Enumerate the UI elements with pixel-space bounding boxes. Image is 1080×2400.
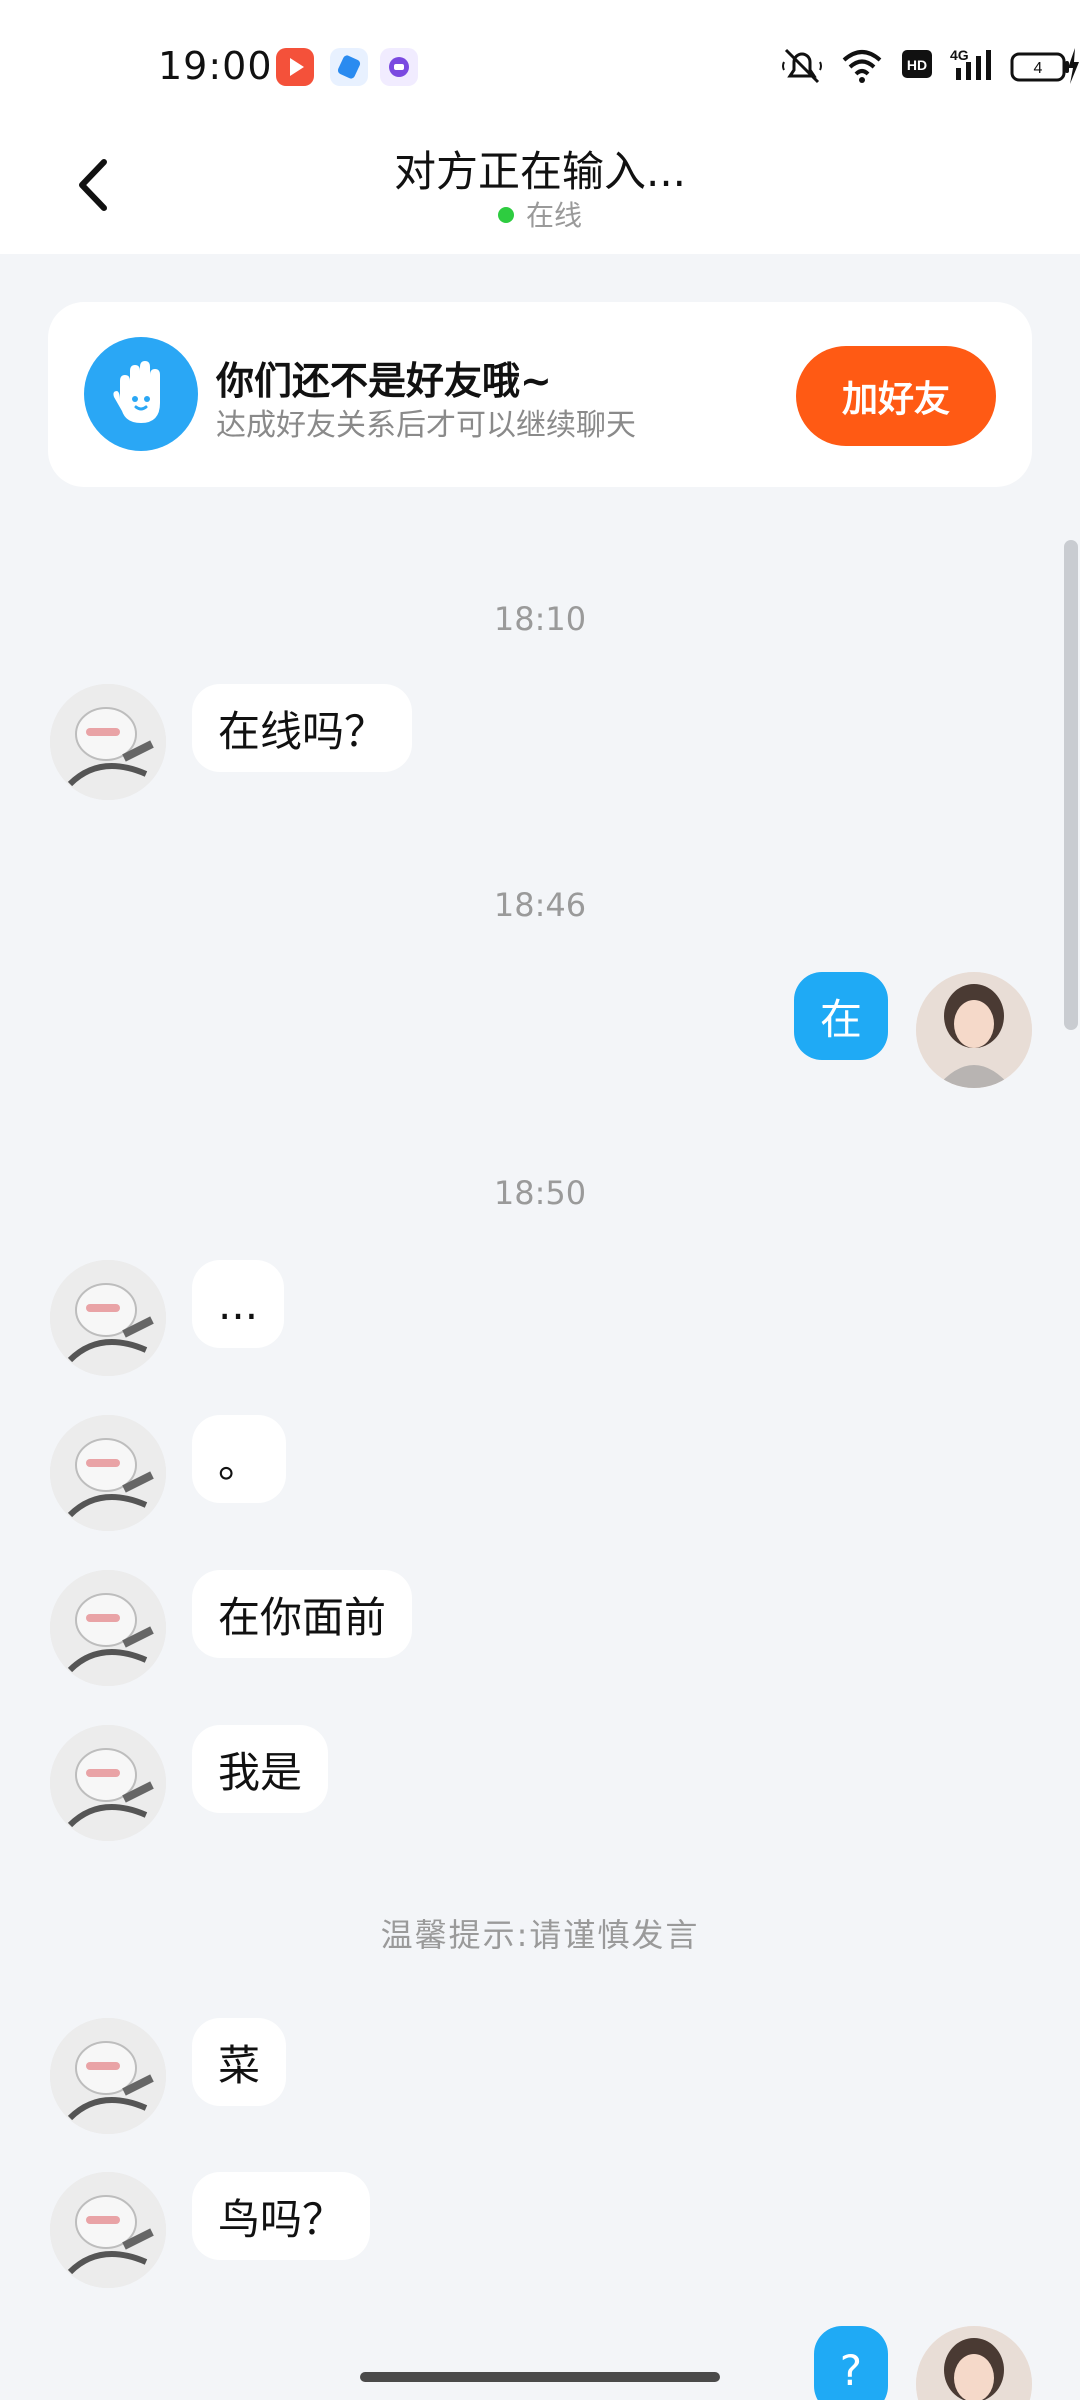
message-bubble[interactable]: ? <box>813 2326 888 2400</box>
self-avatar[interactable] <box>916 2326 1032 2400</box>
status-time: 19:00 <box>158 44 273 88</box>
message-bubble[interactable]: 在线吗？ <box>192 684 413 772</box>
other-user-avatar[interactable] <box>50 2172 166 2288</box>
add-friend-button[interactable]: 加好友 <box>796 346 996 446</box>
online-status: 在线 <box>0 194 1080 234</box>
message-row: ... <box>0 1260 1080 1380</box>
friend-request-banner: 你们还不是好友哦~ 达成好友关系后才可以继续聊天 加好友 <box>48 302 1032 487</box>
other-user-avatar[interactable] <box>50 1260 166 1376</box>
charging-icon <box>1068 48 1079 84</box>
other-user-avatar[interactable] <box>50 2018 166 2134</box>
self-avatar[interactable] <box>916 972 1032 1088</box>
message-row: 鸟吗？ <box>0 2172 1080 2292</box>
hd-icon: HD <box>902 50 932 78</box>
message-row: 在你面前 <box>0 1570 1080 1690</box>
message-bubble[interactable]: 我是 <box>192 1725 329 1813</box>
chat-app-icon <box>380 48 418 86</box>
message-row: 在 <box>0 972 1080 1092</box>
message-row: ? <box>0 2326 1080 2400</box>
hand-wave-icon <box>84 337 198 451</box>
message-row: 菜 <box>0 2018 1080 2138</box>
note-app-icon <box>330 48 368 86</box>
other-user-avatar[interactable] <box>50 1415 166 1531</box>
online-status-label: 在线 <box>525 199 582 232</box>
chat-screen: 19:00 HD 4G 4 对方正在输入... 在线 你们还不是好友哦~ 达成好… <box>0 0 1080 2400</box>
message-row: 在线吗？ <box>0 684 1080 804</box>
message-bubble[interactable]: 鸟吗？ <box>192 2172 371 2260</box>
caution-tip: 温馨提示:请谨慎发言 <box>380 1916 700 1954</box>
other-user-avatar[interactable] <box>50 684 166 800</box>
online-dot-icon <box>497 207 514 223</box>
message-row: 我是 <box>0 1725 1080 1845</box>
message-list: 18:10 在线吗？ 18:46 在 18:50 ... 。 在你面前 我是 温… <box>0 520 1080 2400</box>
status-icons: HD 4G 4 <box>740 46 1080 86</box>
mute-icon <box>782 48 822 84</box>
chat-header: 对方正在输入... 在线 <box>0 120 1080 254</box>
svg-text:4G: 4G <box>950 47 969 63</box>
svg-text:HD: HD <box>907 57 927 73</box>
other-user-avatar[interactable] <box>50 1725 166 1841</box>
svg-text:4: 4 <box>1034 60 1043 77</box>
message-bubble[interactable]: ... <box>192 1260 285 1348</box>
other-user-avatar[interactable] <box>50 1570 166 1686</box>
battery-icon: 4 <box>1010 52 1069 82</box>
message-bubble[interactable]: 在你面前 <box>192 1570 413 1658</box>
timestamp: 18:46 <box>493 886 587 924</box>
wifi-icon <box>842 50 882 83</box>
timestamp: 18:50 <box>493 1174 587 1212</box>
status-bar: 19:00 HD 4G 4 <box>0 0 1080 120</box>
message-row: 。 <box>0 1415 1080 1535</box>
banner-subtitle: 达成好友关系后才可以继续聊天 <box>216 408 636 443</box>
message-bubble[interactable]: 菜 <box>192 2018 287 2106</box>
message-bubble[interactable]: 在 <box>793 972 888 1060</box>
home-indicator[interactable] <box>360 2372 720 2382</box>
video-app-icon <box>276 48 314 86</box>
timestamp: 18:10 <box>493 600 587 638</box>
banner-title: 你们还不是好友哦~ <box>216 359 552 403</box>
signal-icon: 4G <box>950 47 991 80</box>
message-bubble[interactable]: 。 <box>192 1415 287 1503</box>
chat-title: 对方正在输入... <box>393 147 687 196</box>
